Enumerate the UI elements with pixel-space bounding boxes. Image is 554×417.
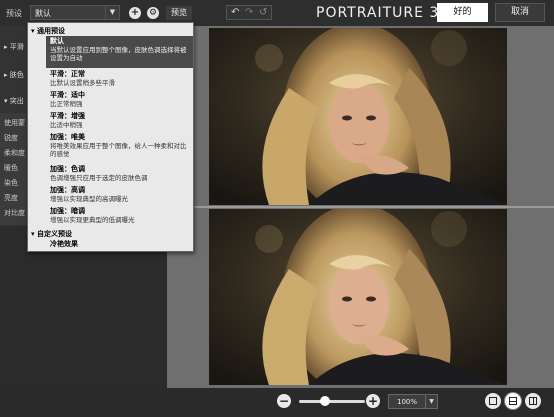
group-general-presets[interactable]: ▾ 通用预设 — [31, 26, 65, 36]
preset-item[interactable]: 加强：色调 色调增强只应用于选定的皮肤色调 — [50, 165, 192, 182]
list-item[interactable]: 染色 — [4, 178, 18, 188]
cancel-button[interactable]: 取消 — [495, 3, 545, 22]
preset-description: 比适中稍强 — [50, 121, 83, 129]
preset-description: 当默认设置应用到整个图像，皮肤色调选择将被设置为自动 — [50, 46, 187, 62]
list-item[interactable]: 对比度 — [4, 208, 25, 218]
section-enhance[interactable]: ▾ 突出 — [4, 96, 24, 106]
zoom-value: 100% — [397, 398, 418, 406]
preset-title: 加强：高调 — [50, 186, 85, 194]
preset-item[interactable]: 平滑：正常 比默认设置稍多些平滑 — [50, 70, 192, 87]
split-line — [532, 397, 534, 405]
chevron-down-icon[interactable]: ▼ — [425, 395, 437, 408]
split-divider[interactable] — [167, 206, 554, 208]
preset-title: 平滑：增强 — [50, 112, 85, 120]
preset-title: 冷艳效果 — [50, 240, 78, 248]
list-item[interactable]: 柔和度 — [4, 148, 25, 158]
preset-title: 加强：唯美 — [50, 133, 85, 141]
split-line — [509, 400, 517, 402]
zoom-select[interactable]: 100% ▼ — [388, 394, 438, 409]
single-view-button[interactable] — [485, 393, 501, 409]
preset-select-value: 默认 — [35, 9, 51, 18]
preset-item-default-text[interactable]: 默认 当默认设置应用到整个图像，皮肤色调选择将被设置为自动 — [50, 37, 192, 62]
undo-redo-group: ↶ ↷ ↺ — [226, 5, 272, 20]
single-view-icon — [489, 397, 497, 405]
preset-title: 加强：色调 — [50, 165, 85, 173]
preset-item[interactable]: 加强：暗调 增强以实现更典型的低调曝光 — [50, 207, 192, 224]
app-title: PORTRAITURE 3ai — [316, 5, 454, 21]
preset-description: 比默认设置稍多些平滑 — [50, 79, 115, 87]
zoom-out-button[interactable]: − — [277, 394, 291, 408]
preset-description: 比正常稍强 — [50, 100, 83, 108]
preset-dropdown-menu: ▾ 通用预设 默认 当默认设置应用到整个图像，皮肤色调选择将被设置为自动 平滑：… — [27, 22, 194, 252]
gear-icon[interactable]: ⚙ — [147, 7, 159, 19]
preset-description: 色调增强只应用于选定的皮肤色调 — [50, 174, 148, 182]
list-item[interactable]: 暖色 — [4, 163, 18, 173]
list-item[interactable]: 锐度 — [4, 133, 18, 143]
preview-button[interactable]: 预览 — [166, 6, 192, 20]
preset-description: 增强以实现典型的高调曝光 — [50, 195, 128, 203]
redo-icon[interactable]: ↷ — [245, 7, 253, 18]
preset-item[interactable]: 平滑：增强 比适中稍强 — [50, 112, 192, 129]
split-vertical-view-button[interactable] — [525, 393, 541, 409]
undo-icon[interactable]: ↶ — [231, 7, 239, 18]
preset-title: 平滑：适中 — [50, 91, 85, 99]
add-preset-button[interactable]: + — [129, 7, 141, 19]
zoom-in-button[interactable]: + — [366, 394, 380, 408]
zoom-slider[interactable] — [299, 400, 365, 403]
preset-item[interactable]: 加强：高调 增强以实现典型的高调曝光 — [50, 186, 192, 203]
section-skin-tone[interactable]: ▸ 肤色 — [4, 70, 24, 80]
preset-item-custom[interactable]: 冷艳效果 — [50, 240, 192, 249]
ok-button[interactable]: 好的 — [437, 3, 488, 22]
list-item[interactable]: 使用蒙 — [4, 118, 25, 128]
preset-title: 加强：暗调 — [50, 207, 85, 215]
enhance-options-list: 使用蒙 锐度 柔和度 暖色 染色 亮度 对比度 — [0, 113, 30, 225]
list-item[interactable]: 亮度 — [4, 193, 18, 203]
preset-item[interactable]: 加强：唯美 将唯美效果应用于整个图像，给人一种柔和对比的感觉 — [50, 133, 192, 158]
preset-description: 增强以实现更典型的低调曝光 — [50, 216, 135, 224]
section-smoothing[interactable]: ▸ 平滑 — [4, 42, 24, 52]
preview-image-before — [209, 28, 507, 205]
reset-icon[interactable]: ↺ — [259, 7, 267, 18]
preset-label: 预设 — [6, 9, 22, 18]
preset-select[interactable]: 默认 ▼ — [30, 5, 120, 20]
preset-item[interactable]: 平滑：适中 比正常稍强 — [50, 91, 192, 108]
chevron-down-icon[interactable]: ▼ — [105, 6, 119, 19]
group-custom-presets[interactable]: ▾ 自定义预设 — [31, 229, 72, 239]
preset-description: 将唯美效果应用于整个图像，给人一种柔和对比的感觉 — [50, 142, 187, 158]
preset-title: 默认 — [50, 37, 64, 45]
preset-title: 平滑：正常 — [50, 70, 85, 78]
preview-image-after — [209, 209, 507, 385]
split-horizontal-view-button[interactable] — [505, 393, 521, 409]
